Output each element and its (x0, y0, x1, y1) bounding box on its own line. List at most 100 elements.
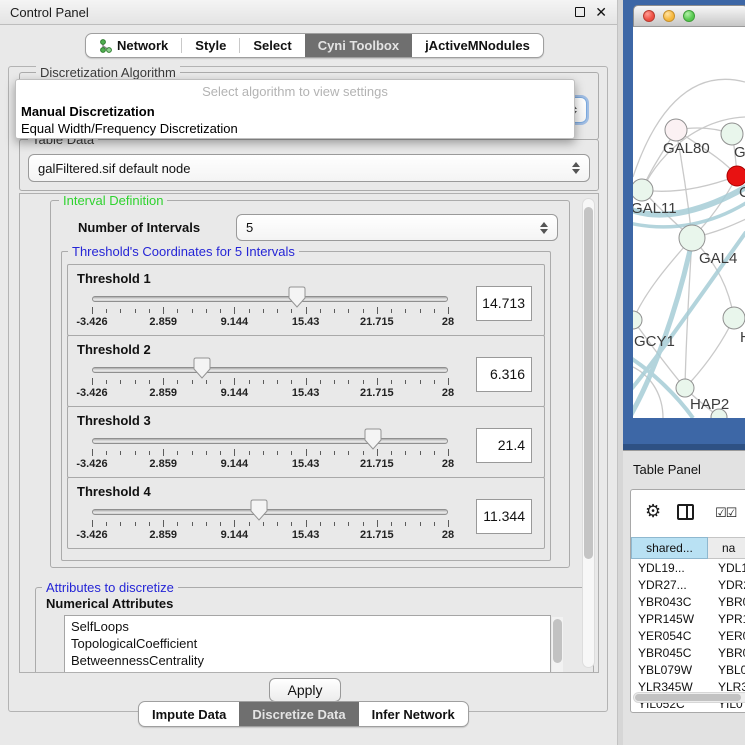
apply-button[interactable]: Apply (269, 678, 341, 702)
num-intervals-value: 5 (246, 220, 253, 235)
scrollbar-thumb[interactable] (635, 694, 741, 701)
table-rows: YDL19...YDL1YDR27...YDR2YBR043CYBR0YPR14… (631, 559, 745, 712)
cell-name[interactable]: YBL0 (708, 663, 745, 677)
tab-cyni-toolbox[interactable]: Cyni Toolbox (305, 34, 412, 57)
column-header-name[interactable]: na (708, 537, 745, 559)
slider-ticks (92, 307, 448, 315)
zoom-traffic-icon[interactable] (683, 10, 695, 22)
close-icon[interactable]: ✕ (595, 7, 607, 17)
cell-shared-name[interactable]: YBR045C (631, 646, 708, 660)
node-g[interactable] (721, 123, 743, 145)
cell-name[interactable]: YBR0 (708, 646, 745, 660)
tab-style[interactable]: Style (182, 34, 239, 57)
thresholds-group: Threshold's Coordinates for 5 Intervals … (61, 251, 551, 561)
attributes-scrollbar[interactable] (552, 617, 563, 673)
tab-jactivemnodules[interactable]: jActiveMNodules (412, 34, 543, 57)
slider-track[interactable] (92, 438, 448, 444)
tab-impute-data[interactable]: Impute Data (139, 702, 239, 726)
table-data-group: Table Data galFiltered.sif default node (19, 139, 599, 191)
svg-text:G: G (734, 144, 745, 161)
table-data-combobox[interactable]: galFiltered.sif default node (28, 154, 590, 182)
attribute-list-item[interactable]: TopologicalCoefficient (71, 635, 550, 652)
table-card: ⚙ ☑☑ shared... na YDL19...YDL1YDR27...YD… (630, 489, 745, 713)
panel-title: Control Panel (10, 5, 89, 20)
minimize-traffic-icon[interactable] (663, 10, 675, 22)
float-window-icon[interactable] (575, 7, 585, 17)
scale-tick-label: -3.426 (76, 458, 107, 470)
cell-name[interactable]: YDL1 (708, 561, 745, 575)
node-gcy1[interactable] (633, 311, 642, 329)
node-hap2[interactable] (676, 379, 694, 397)
table-row[interactable]: YER054CYER0 (631, 627, 745, 644)
columns-icon[interactable] (677, 504, 694, 520)
numerical-attributes-label: Numerical Attributes (46, 596, 173, 611)
slider-thumb[interactable] (250, 499, 268, 521)
dropdown-option-manual[interactable]: Manual Discretization (21, 104, 155, 119)
dropdown-prompt: Select algorithm to view settings (16, 84, 574, 99)
cell-name[interactable]: YER0 (708, 629, 745, 643)
slider-track[interactable] (92, 367, 448, 373)
node-red-selected[interactable] (727, 166, 745, 186)
close-traffic-icon[interactable] (643, 10, 655, 22)
cell-name[interactable]: YDR2 (708, 578, 745, 592)
node-gal4[interactable] (679, 225, 705, 251)
table-row[interactable]: YBR045CYBR0 (631, 644, 745, 661)
tab-label: Discretize Data (252, 707, 345, 722)
tab-label: Select (253, 38, 291, 53)
scrollbar-thumb[interactable] (584, 207, 593, 559)
cell-shared-name[interactable]: YER054C (631, 629, 708, 643)
control-panel: Control Panel ✕ Network Style Select Cyn… (0, 0, 617, 745)
tab-discretize-data[interactable]: Discretize Data (239, 702, 358, 726)
stepper-icon (564, 162, 580, 174)
cell-shared-name[interactable]: YPR145W (631, 612, 708, 626)
node-h[interactable] (723, 307, 745, 329)
table-row[interactable]: YBR043CYBR0 (631, 593, 745, 610)
slider-track[interactable] (92, 509, 448, 515)
threshold-value-field[interactable]: 11.344 (476, 499, 532, 534)
node-gal11[interactable] (633, 179, 653, 201)
table-row[interactable]: YDR27...YDR2 (631, 576, 745, 593)
tab-select[interactable]: Select (240, 34, 304, 57)
cell-name[interactable]: YPR1 (708, 612, 745, 626)
threshold-value-field[interactable]: 14.713 (476, 286, 532, 321)
table-row[interactable]: YPR145WYPR1 (631, 610, 745, 627)
slider-thumb[interactable] (193, 357, 211, 379)
attribute-list-item[interactable]: SelfLoops (71, 618, 550, 635)
table-hscrollbar[interactable] (633, 692, 745, 703)
group-title: Attributes to discretize (42, 580, 178, 595)
dropdown-option-equal-width[interactable]: Equal Width/Frequency Discretization (21, 121, 238, 136)
interval-definition-group: Interval Definition Number of Intervals … (50, 200, 570, 568)
checkboxes-icon[interactable]: ☑☑ (715, 505, 736, 521)
scale-tick-label: 15.43 (292, 458, 320, 470)
network-canvas[interactable]: GAL80 G C GAL11 GAL4 GCY1 H HAP2 (633, 27, 745, 418)
cell-shared-name[interactable]: YBL079W (631, 663, 708, 677)
node-gal80[interactable] (665, 119, 687, 141)
scale-tick-label: 9.144 (221, 316, 249, 328)
cell-shared-name[interactable]: YBR043C (631, 595, 708, 609)
cell-name[interactable]: YBR0 (708, 595, 745, 609)
settings-scroll-panel: Interval Definition Number of Intervals … (19, 193, 599, 673)
gear-icon[interactable]: ⚙ (645, 501, 661, 522)
slider-track[interactable] (92, 296, 448, 302)
num-intervals-combobox[interactable]: 5 (236, 214, 558, 241)
table-row[interactable]: YDL19...YDL1 (631, 559, 745, 576)
scale-tick-label: 15.43 (292, 316, 320, 328)
tab-network[interactable]: Network (86, 34, 181, 57)
scale-tick-label: 2.859 (149, 529, 177, 541)
attribute-list-item[interactable]: BetweennessCentrality (71, 652, 550, 669)
threshold-value-field[interactable]: 6.316 (476, 357, 532, 392)
settings-scrollbar[interactable] (582, 198, 595, 668)
threshold-value-field[interactable]: 21.4 (476, 428, 532, 463)
slider-thumb[interactable] (288, 286, 306, 308)
column-header-shared[interactable]: shared... (631, 537, 708, 559)
cell-shared-name[interactable]: YDL19... (631, 561, 708, 575)
network-window-titlebar[interactable] (633, 5, 745, 27)
cell-shared-name[interactable]: YDR27... (631, 578, 708, 592)
control-panel-titlebar: Control Panel ✕ (0, 0, 617, 25)
svg-text:C: C (739, 184, 745, 201)
table-row[interactable]: YBL079WYBL0 (631, 661, 745, 678)
numerical-attributes-list[interactable]: SelfLoopsTopologicalCoefficientBetweenne… (64, 615, 551, 673)
tab-infer-network[interactable]: Infer Network (359, 702, 468, 726)
slider-thumb[interactable] (364, 428, 382, 450)
threshold-panel: Threshold 4 11.344 -3.4262.8599.14415.43… (67, 477, 545, 549)
